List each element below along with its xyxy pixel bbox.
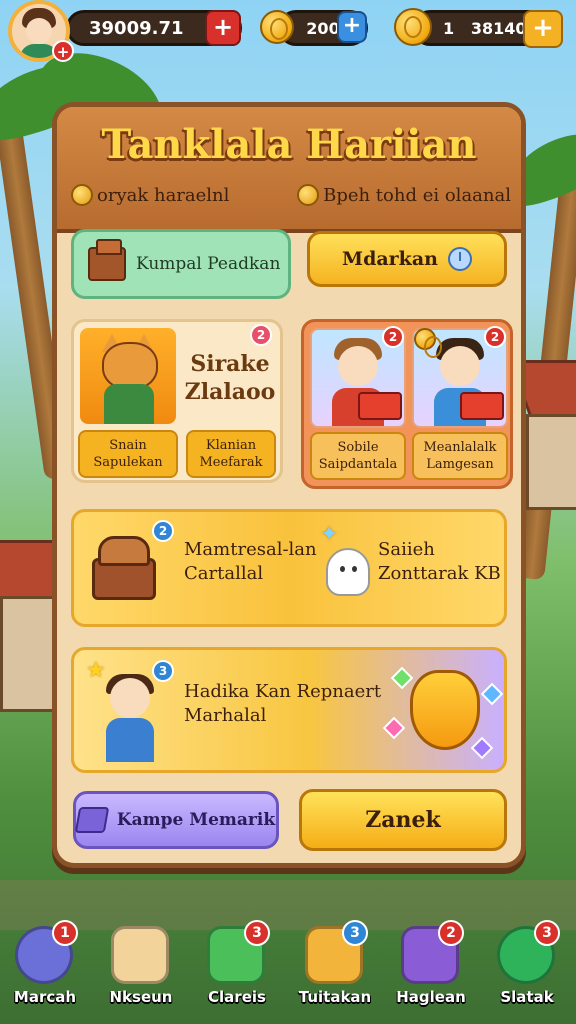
- task-chip-2-line1: Klanian: [205, 438, 257, 453]
- player-score-pill: 39009.71 +: [66, 10, 242, 46]
- task-card-title-line2: Zlalaoo: [184, 379, 276, 405]
- task-chip-4-line1: Meanlalalk: [423, 440, 497, 455]
- nav-item-tuitakan[interactable]: 3 Tuitakan: [290, 912, 380, 1024]
- nav-badge: 1: [52, 920, 78, 946]
- task-count-badge: 2: [152, 520, 174, 542]
- nav-label: Haglean: [396, 988, 466, 1006]
- coin-currency-value: 200: [306, 18, 340, 38]
- task-chip-1-line2: Sapulekan: [93, 455, 163, 470]
- task-count-badge: 3: [152, 660, 174, 682]
- dragon-character-image: [410, 670, 480, 750]
- nav-label: Slatak: [500, 988, 554, 1006]
- gold-coin-icon: [394, 8, 432, 46]
- boy-character-image: [96, 674, 166, 764]
- add-coins-button[interactable]: +: [337, 11, 367, 43]
- panel-subtitle: oryak haraelnl Bpeh tohd ei olaanal: [71, 177, 511, 213]
- panel-title: Tanklala Hariian: [101, 121, 477, 168]
- task-card-friends[interactable]: 2 2 Sobile Saipdantala Meanlalalk Lamges…: [301, 319, 513, 489]
- purple-action-label: Kampe Memarik: [116, 810, 276, 830]
- tag-icon: [74, 807, 110, 833]
- task-card-chest[interactable]: 2 Mamtresal-lan Cartallal ✦ Saiieh Zontt…: [71, 509, 507, 627]
- ghost-task-text: Saiieh Zonttarak KB: [378, 538, 501, 586]
- coin-icon: [71, 184, 93, 206]
- gem-icon: [382, 716, 406, 740]
- add-score-button[interactable]: +: [205, 10, 241, 46]
- reward-task-line2: Marhalal: [184, 705, 267, 726]
- nav-label: Nkseun: [109, 988, 173, 1006]
- treasure-chest-icon: [88, 530, 158, 602]
- nav-badge: 3: [244, 920, 270, 946]
- nav-item-clareis[interactable]: 3 Clareis: [192, 912, 282, 1024]
- gem-icon: [480, 682, 504, 706]
- task-card-reward[interactable]: ★ 3 Hadika Kan Repnaert Marhalal: [71, 647, 507, 773]
- subtitle-left-text: oryak haraelnl: [97, 184, 230, 206]
- reward-task-text: Hadika Kan Repnaert Marhalal: [184, 680, 381, 728]
- top-bar: 39009.71 + + 200 + 1 38140 +: [0, 0, 576, 64]
- ghost-task-line2: Zonttarak KB: [378, 563, 501, 584]
- nav-item-haglean[interactable]: 2 Haglean: [386, 912, 476, 1024]
- add-gold-button[interactable]: +: [523, 10, 563, 48]
- panel-header: Tanklala Hariian oryak haraelnl Bpeh toh…: [57, 107, 521, 233]
- task-chip-2[interactable]: Klanian Meefarak: [186, 430, 276, 478]
- nav-badge: 3: [342, 920, 368, 946]
- gem-icon: [470, 736, 494, 760]
- nav-badge: 3: [534, 920, 560, 946]
- subtitle-right-text: Bpeh tohd ei olaanal: [323, 184, 511, 206]
- clock-icon: [447, 247, 472, 271]
- mark-button-label: Mdarkan: [342, 248, 438, 270]
- task-card-title-line1: Sirake: [190, 351, 270, 377]
- nav-item-marcah[interactable]: 1 Marcah: [0, 912, 90, 1024]
- mark-button[interactable]: Mdarkan: [307, 231, 507, 287]
- gold-action-button[interactable]: Zanek: [299, 789, 507, 851]
- box-icon: [111, 926, 169, 984]
- task-chip-2-line2: Meefarak: [199, 455, 263, 470]
- ghost-task-line1: Saiieh: [378, 539, 435, 560]
- gold-action-label: Zanek: [365, 807, 441, 833]
- avatar-face: [26, 18, 52, 44]
- nav-item-nkseun[interactable]: Nkseun: [96, 912, 186, 1024]
- gold-currency-value: 1 38140: [443, 18, 527, 38]
- gold-currency-pill: 1 38140 +: [412, 10, 563, 48]
- nav-label: Tuitakan: [298, 988, 372, 1006]
- player-score-value: 39009.71: [89, 17, 184, 39]
- task-chip-3-line2: Saipdantala: [318, 457, 398, 472]
- collect-rewards-label: Kumpal Peadkan: [136, 254, 281, 274]
- coin-icon: [414, 328, 442, 358]
- reward-task-line1: Hadika Kan Repnaert: [184, 681, 382, 702]
- daily-task-panel: Tanklala Hariian oryak haraelnl Bpeh toh…: [52, 102, 526, 868]
- task-count-badge: 2: [484, 326, 506, 348]
- bottom-navigation: 1 Marcah Nkseun 3 Clareis 3 Tuitakan 2 Haglean 3 S…: [0, 912, 576, 1024]
- collect-rewards-button[interactable]: Kumpal Peadkan: [71, 229, 291, 299]
- task-count-badge: 2: [382, 326, 404, 348]
- task-count-badge: 2: [250, 324, 272, 346]
- chest-task-line2: Cartallal: [184, 563, 264, 584]
- task-card-fox[interactable]: 2 Sirake Zlalaoo Snain Sapulekan Klanian…: [71, 319, 283, 483]
- avatar-plus-button[interactable]: +: [52, 40, 74, 62]
- nav-label: Clareis: [208, 988, 266, 1006]
- nav-label: Marcah: [13, 988, 77, 1006]
- box-icon: [88, 239, 126, 281]
- task-chip-1-line1: Snain: [109, 438, 147, 453]
- nav-badge: 2: [438, 920, 464, 946]
- coin-icon: [297, 184, 320, 206]
- gem-icon: [390, 666, 414, 690]
- task-chip-1[interactable]: Snain Sapulekan: [78, 430, 178, 478]
- task-chip-3-line1: Sobile: [337, 440, 379, 455]
- ghost-icon: [326, 548, 370, 596]
- nav-item-slatak[interactable]: 3 Slatak: [482, 912, 572, 1024]
- subtitle-right: Bpeh tohd ei olaanal: [297, 184, 511, 206]
- task-chip-4-line2: Lamgesan: [426, 457, 494, 472]
- purple-action-button[interactable]: Kampe Memarik: [73, 791, 279, 849]
- task-chip-3[interactable]: Sobile Saipdantala: [310, 432, 406, 480]
- chest-task-line1: Mamtresal-lan: [184, 539, 317, 560]
- fox-character-image: [80, 328, 176, 424]
- sparkle-icon: ✦: [320, 522, 339, 547]
- chest-task-text: Mamtresal-lan Cartallal: [184, 538, 317, 586]
- task-card-title: Sirake Zlalaoo: [182, 350, 278, 406]
- coin-icon: [260, 10, 294, 44]
- task-chip-4[interactable]: Meanlalalk Lamgesan: [412, 432, 508, 480]
- subtitle-left: oryak haraelnl: [71, 184, 229, 206]
